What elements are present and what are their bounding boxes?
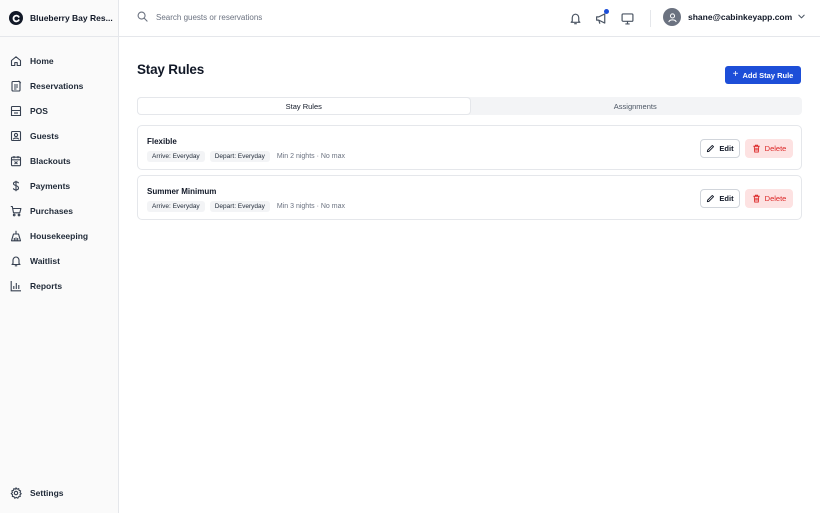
sidebar-item-home[interactable]: Home [0, 48, 119, 73]
sidebar-item-label: Payments [30, 180, 71, 191]
sidebar-item-settings[interactable]: Settings [0, 480, 119, 505]
search-icon [137, 11, 148, 24]
arrive-badge: Arrive: Everyday [147, 151, 205, 162]
sidebar-item-pos[interactable]: POS [0, 98, 119, 123]
sidebar-item-label: Reports [30, 280, 63, 291]
app-root: Blueberry Bay Res... Home Reservations P… [0, 0, 820, 513]
sidebar-item-waitlist[interactable]: Waitlist [0, 248, 119, 273]
page-title: Stay Rules [137, 62, 205, 77]
search-box [137, 11, 356, 24]
register-icon [9, 104, 22, 117]
tab-stay-rules[interactable]: Stay Rules [138, 98, 470, 114]
sidebar-item-label: POS [30, 105, 48, 116]
delete-button[interactable]: Delete [745, 139, 793, 158]
list-item: Summer Minimum Arrive: Everyday Depart: … [137, 175, 802, 220]
brand[interactable]: Blueberry Bay Res... [0, 0, 119, 37]
tab-assignments[interactable]: Assignments [470, 98, 802, 114]
sidebar-item-payments[interactable]: Payments [0, 173, 119, 198]
tabs: Stay Rules Assignments [137, 97, 802, 115]
sidebar-item-label: Reservations [30, 80, 84, 91]
bell-icon [9, 254, 22, 267]
delete-label: Delete [764, 194, 787, 203]
sidebar-item-purchases[interactable]: Purchases [0, 198, 119, 223]
topbar: shane@cabinkeyapp.com [119, 0, 820, 37]
nights-text: Min 3 nights · No max [276, 203, 345, 210]
nights-text: Min 2 nights · No max [276, 153, 345, 160]
sidebar-item-blackouts[interactable]: Blackouts [0, 148, 119, 173]
brand-logo-icon [9, 11, 23, 25]
sidebar-nav: Home Reservations POS Guests Blackouts P… [0, 48, 119, 298]
sidebar-item-label: Housekeeping [30, 230, 89, 241]
depart-badge: Depart: Everyday [209, 151, 270, 162]
home-icon [9, 54, 22, 67]
sidebar-item-label: Settings [30, 487, 64, 498]
calendar-icon [9, 154, 22, 167]
arrive-badge: Arrive: Everyday [147, 201, 205, 212]
sidebar-item-label: Purchases [30, 205, 73, 216]
user-menu[interactable]: shane@cabinkeyapp.com [663, 8, 806, 26]
rule-name: Summer Minimum [147, 187, 217, 196]
cart-icon [9, 204, 22, 217]
sidebar-item-reservations[interactable]: Reservations [0, 73, 119, 98]
pencil-icon [707, 194, 715, 203]
housekeeping-icon [9, 229, 22, 242]
plus-icon: + [732, 69, 739, 80]
edit-button[interactable]: Edit [700, 139, 740, 158]
sidebar-item-housekeeping[interactable]: Housekeeping [0, 223, 119, 248]
delete-label: Delete [764, 144, 787, 153]
stay-rules-list: Flexible Arrive: Everyday Depart: Everyd… [137, 125, 802, 225]
depart-badge: Depart: Everyday [209, 201, 270, 212]
sidebar: Blueberry Bay Res... Home Reservations P… [0, 0, 119, 513]
delete-button[interactable]: Delete [745, 189, 793, 208]
notification-dot [604, 9, 609, 14]
trash-icon [753, 144, 760, 153]
sidebar-item-label: Waitlist [30, 255, 60, 266]
trash-icon [753, 194, 760, 203]
search-input[interactable] [156, 13, 356, 22]
topbar-divider [650, 10, 651, 27]
edit-label: Edit [719, 194, 734, 203]
clipboard-icon [9, 79, 22, 92]
sidebar-settings-wrapper: Settings [0, 480, 119, 505]
avatar [663, 8, 681, 26]
sidebar-item-guests[interactable]: Guests [0, 123, 119, 148]
pencil-icon [707, 144, 715, 153]
list-item: Flexible Arrive: Everyday Depart: Everyd… [137, 125, 802, 170]
sidebar-item-label: Guests [30, 130, 59, 141]
add-stay-rule-label: Add Stay Rule [742, 70, 794, 80]
bar-chart-icon [9, 279, 22, 292]
add-stay-rule-button[interactable]: + Add Stay Rule [725, 66, 801, 84]
megaphone-icon[interactable] [594, 9, 609, 25]
brand-name: Blueberry Bay Res... [30, 13, 113, 23]
rule-meta: Arrive: Everyday Depart: Everyday Min 2 … [147, 151, 345, 162]
sidebar-item-label: Home [30, 55, 54, 66]
gear-icon [9, 486, 22, 499]
sidebar-item-label: Blackouts [30, 155, 71, 166]
edit-label: Edit [719, 144, 734, 153]
bell-icon[interactable] [568, 11, 582, 25]
main-content: Stay Rules + Add Stay Rule Stay Rules As… [119, 37, 820, 513]
user-email: shane@cabinkeyapp.com [688, 12, 793, 22]
guest-icon [9, 129, 22, 142]
rule-meta: Arrive: Everyday Depart: Everyday Min 3 … [147, 201, 345, 212]
sidebar-item-reports[interactable]: Reports [0, 273, 119, 298]
chevron-down-icon [797, 12, 806, 23]
rule-name: Flexible [147, 137, 177, 146]
monitor-icon[interactable] [620, 11, 634, 25]
dollar-icon [9, 179, 22, 192]
edit-button[interactable]: Edit [700, 189, 740, 208]
